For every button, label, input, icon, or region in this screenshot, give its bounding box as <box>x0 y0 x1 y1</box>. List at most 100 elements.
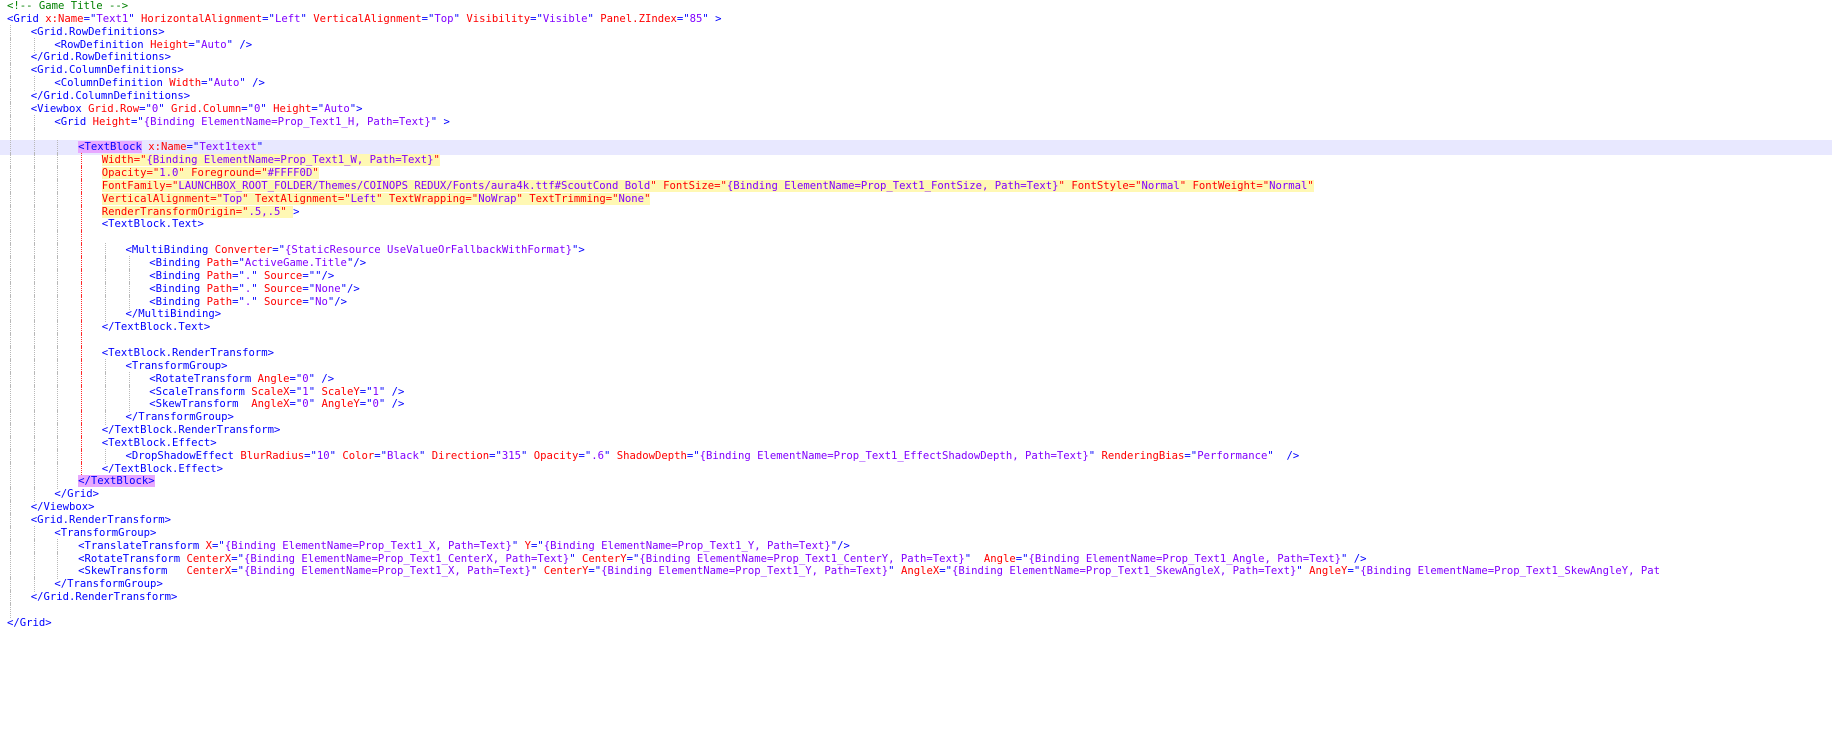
code-token: " /> <box>378 385 405 398</box>
code-token: =" <box>489 449 502 462</box>
code-token: NoWrap <box>478 192 517 205</box>
code-token: 1.0 <box>159 167 179 180</box>
code-token: =" <box>1256 179 1270 192</box>
code-token: RenderingBias <box>1101 449 1185 462</box>
code-token: " <box>587 12 601 25</box>
code-token: AngleY <box>321 398 360 411</box>
code-token: "/> <box>327 295 347 308</box>
code-token: Path <box>206 269 233 282</box>
code-token: =" <box>1015 552 1029 565</box>
code-token: </TextBlock.RenderTransform> <box>101 424 281 437</box>
code-token: Source <box>264 282 303 295</box>
code-token: =" <box>133 154 147 167</box>
code-token: <RotateTransform <box>149 372 258 385</box>
code-token: Path <box>206 282 233 295</box>
code-token: =" <box>232 295 245 308</box>
code-token: <Grid.RenderTransform> <box>30 514 172 526</box>
code-token: =" <box>232 269 245 282</box>
code-token: " <box>569 552 582 565</box>
code-token: =" <box>186 141 200 154</box>
code-token: =" <box>588 565 602 578</box>
code-token: <SkewTransform <box>78 565 187 578</box>
code-token: HorizontalAlignment <box>140 12 263 25</box>
code-token: =" <box>530 539 544 552</box>
code-token: #FFFF0D <box>267 167 313 180</box>
code-token: FontStyle <box>1071 179 1129 192</box>
code-token: Text1text <box>199 141 257 154</box>
code-token: {Binding ElementName=Prop_Text1_Angle, P… <box>1028 552 1342 565</box>
code-token: =" <box>465 192 479 205</box>
code-token: {Binding ElementName=Prop_Text1_FontSize… <box>726 179 1059 192</box>
code-token: =" <box>578 449 592 462</box>
code-token: " <box>1058 179 1072 192</box>
code-token: > <box>293 205 300 218</box>
code-token: =" <box>1128 179 1142 192</box>
code-token: Performance <box>1197 449 1268 462</box>
code-token: =" <box>939 565 952 578</box>
code-token: Black <box>387 449 419 462</box>
code-token: FontFamily <box>101 179 166 192</box>
code-token: " <box>128 12 141 25</box>
code-token: "> <box>571 244 585 257</box>
code-token: <Viewbox <box>30 102 89 115</box>
code-token: " <box>603 449 617 462</box>
code-token: Source <box>264 295 303 308</box>
code-token: " /> <box>378 398 405 411</box>
code-token: .6 <box>591 449 604 462</box>
code-token: =" <box>231 565 244 578</box>
code-token: {Binding ElementName=Prop_Text1_X, Path=… <box>243 565 531 578</box>
code-token: =" <box>146 167 160 180</box>
code-token: =" <box>289 398 303 411</box>
code-token: </Grid> <box>7 616 52 629</box>
code-token: </TransformGroup> <box>54 578 163 591</box>
code-token: =" <box>1184 449 1198 462</box>
code-token: " <box>1179 179 1193 192</box>
code-token: Source <box>264 269 303 282</box>
code-token: " /> <box>239 77 265 90</box>
code-token: BlurRadius <box>240 449 305 462</box>
code-token: {Binding ElementName=Prop_Text1_CenterX,… <box>243 552 570 565</box>
code-token: {Binding ElementName=Prop_Text1_W, Path=… <box>146 154 434 167</box>
code-token: <Grid <box>54 115 93 128</box>
code-token: =" <box>337 192 351 205</box>
code-token: " <box>964 552 984 565</box>
code-token: =" <box>139 102 152 115</box>
code-token: <TranslateTransform <box>78 539 206 552</box>
code-token: " /> <box>308 372 335 385</box>
code-token: <ColumnDefinition <box>54 77 170 90</box>
code-token: Top <box>434 12 454 25</box>
code-token: Top <box>223 192 243 205</box>
code-token: " <box>644 192 651 205</box>
code-token: RenderTransformOrigin <box>101 205 236 218</box>
code-line[interactable]: </Grid> <box>0 616 1832 631</box>
code-token: " <box>251 295 265 308</box>
code-token: <RotateTransform <box>78 552 187 565</box>
code-token: Width <box>169 77 202 90</box>
code-token: " > <box>430 115 450 128</box>
code-token: x:Name <box>45 12 84 25</box>
code-editor[interactable]: <!-- Game Title --> <Grid x:Name="Text1" … <box>0 0 1832 736</box>
code-token: CenterY <box>543 565 589 578</box>
code-token: " <box>888 565 901 578</box>
code-token: =" <box>676 12 690 25</box>
code-token: " <box>280 205 294 218</box>
code-token: =" <box>530 12 543 25</box>
code-token: <TextBlock.Effect> <box>101 436 217 449</box>
code-token: AngleX <box>900 565 940 578</box>
code-token: {Binding ElementName=Prop_Text1_X, Path=… <box>224 539 512 552</box>
code-token: " <box>312 167 319 180</box>
code-token: =" <box>272 244 285 257</box>
code-token: </Viewbox> <box>30 501 95 514</box>
code-token: .5,.5 <box>248 205 281 218</box>
code-token: 85 <box>689 12 703 25</box>
code-token: </Grid.ColumnDefinitions> <box>30 89 191 102</box>
code-token: Auto <box>201 38 227 51</box>
code-token: </TextBlock> <box>78 475 155 488</box>
code-token: Converter <box>214 244 273 257</box>
code-token: No <box>315 295 328 308</box>
code-token: =" <box>254 167 268 180</box>
code-token: <Grid <box>7 12 46 25</box>
code-token: =" <box>235 205 249 218</box>
code-token: =" <box>359 385 373 398</box>
code-token: <ScaleTransform <box>149 385 252 398</box>
